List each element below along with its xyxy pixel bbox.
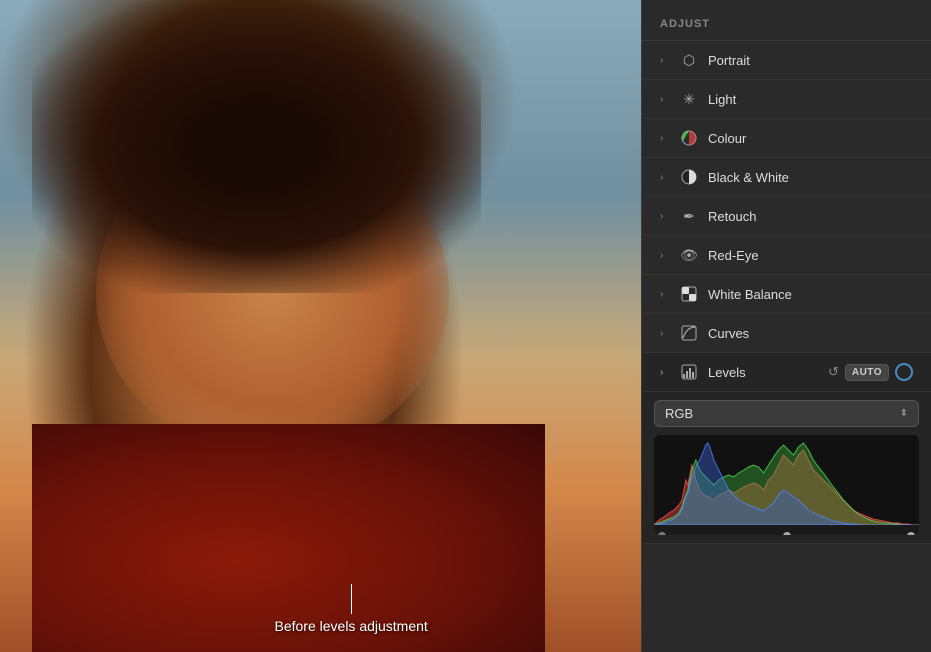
levels-highlight-slider[interactable] — [907, 532, 915, 535]
chevron-colour: › — [660, 133, 670, 144]
photo-panel: Before levels adjustment — [0, 0, 641, 652]
label-portrait: Portrait — [708, 53, 913, 68]
histogram-controls — [654, 530, 919, 535]
chevron-portrait: › — [660, 55, 670, 66]
levels-section: › Levels ↺ AUTO — [642, 353, 931, 544]
label-curves: Curves — [708, 326, 913, 341]
adjust-header: ADJUST — [642, 0, 931, 41]
chevron-retouch: › — [660, 211, 670, 222]
adjust-item-bw[interactable]: › Black & White — [642, 158, 931, 197]
portrait-icon: ⬡ — [680, 51, 698, 69]
chevron-bw: › — [660, 172, 670, 183]
adjust-title: ADJUST — [660, 18, 710, 30]
label-colour: Colour — [708, 131, 913, 146]
colour-icon — [680, 129, 698, 147]
tooltip-line — [351, 584, 352, 614]
adjust-item-redeye[interactable]: › 👁 Red-Eye — [642, 236, 931, 275]
circle-button[interactable] — [895, 363, 913, 381]
right-panel: ADJUST › ⬡ Portrait › ✳ Light › — [641, 0, 931, 652]
curves-icon — [680, 324, 698, 342]
label-redeye: Red-Eye — [708, 248, 913, 263]
chevron-curves: › — [660, 328, 670, 339]
label-bw: Black & White — [708, 170, 913, 185]
photo-background — [0, 0, 641, 652]
tooltip-text: Before levels adjustment — [275, 618, 428, 634]
adjust-item-colour[interactable]: › Colour — [642, 119, 931, 158]
bw-icon — [680, 168, 698, 186]
chevron-wb: › — [660, 289, 670, 300]
rgb-dropdown[interactable]: RGB ⬍ — [654, 400, 919, 427]
levels-header[interactable]: › Levels ↺ AUTO — [642, 353, 931, 392]
retouch-icon: ✒ — [680, 207, 698, 225]
adjust-item-retouch[interactable]: › ✒ Retouch — [642, 197, 931, 236]
levels-mid-slider[interactable] — [783, 532, 791, 535]
undo-button[interactable]: ↺ — [828, 364, 839, 380]
levels-actions: ↺ AUTO — [828, 363, 913, 381]
label-light: Light — [708, 92, 913, 107]
hair-layer — [32, 0, 481, 293]
adjust-list[interactable]: › ⬡ Portrait › ✳ Light › Colour — [642, 41, 931, 652]
chevron-redeye: › — [660, 250, 670, 261]
dropdown-arrow-icon: ⬍ — [900, 408, 908, 419]
adjust-item-wb[interactable]: › White Balance — [642, 275, 931, 314]
wb-icon — [680, 285, 698, 303]
chevron-light: › — [660, 94, 670, 105]
tooltip: Before levels adjustment — [275, 584, 428, 634]
chevron-levels: › — [660, 367, 670, 378]
label-wb: White Balance — [708, 287, 913, 302]
adjust-item-portrait[interactable]: › ⬡ Portrait — [642, 41, 931, 80]
light-icon: ✳ — [680, 90, 698, 108]
rgb-value: RGB — [665, 406, 693, 421]
adjust-item-light[interactable]: › ✳ Light — [642, 80, 931, 119]
histogram-container — [654, 435, 919, 535]
levels-shadow-slider[interactable] — [658, 532, 666, 535]
levels-icon — [680, 363, 698, 381]
label-retouch: Retouch — [708, 209, 913, 224]
label-levels: Levels — [708, 365, 828, 380]
histogram-svg — [654, 435, 919, 525]
adjust-item-curves[interactable]: › Curves — [642, 314, 931, 353]
redeye-icon: 👁 — [680, 246, 698, 264]
auto-button[interactable]: AUTO — [845, 364, 889, 381]
